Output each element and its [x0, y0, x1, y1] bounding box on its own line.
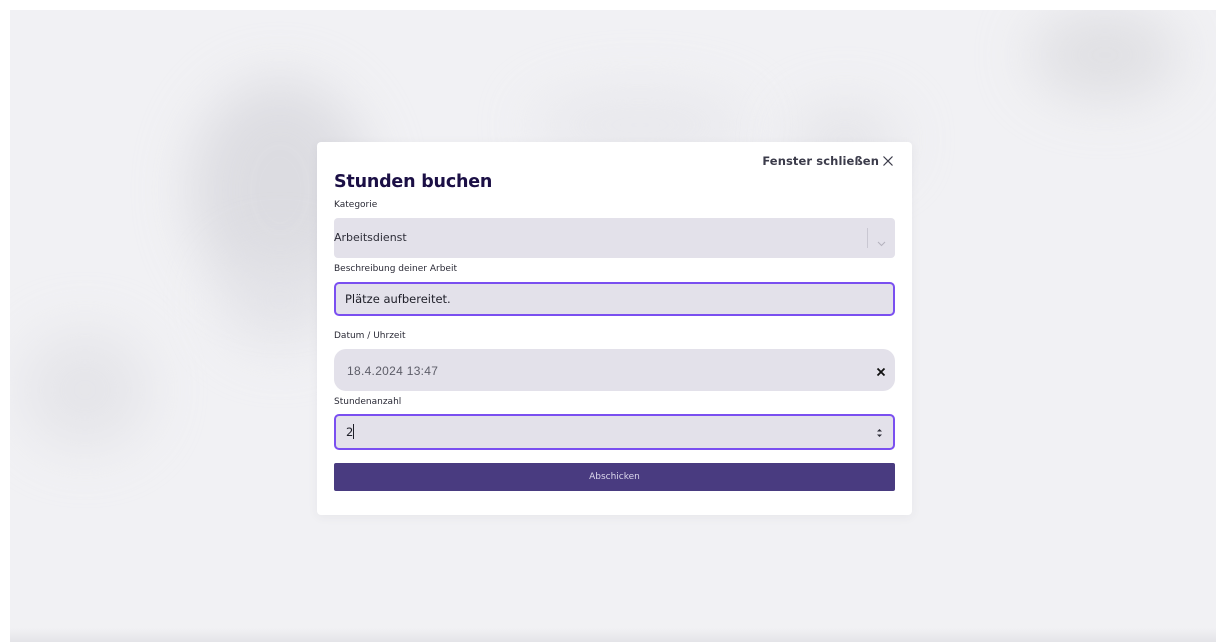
close-icon [882, 155, 894, 167]
category-selected-value: Arbeitsdienst [334, 231, 407, 244]
clear-icon[interactable] [876, 364, 886, 382]
description-label: Beschreibung deiner Arbeit [334, 264, 457, 274]
close-window-label: Fenster schließen [762, 154, 879, 168]
category-select[interactable]: Arbeitsdienst [334, 218, 895, 258]
background-blur-shape [1030, 10, 1180, 100]
hours-label: Stundenanzahl [334, 397, 402, 407]
chevron-down-icon[interactable] [877, 234, 886, 252]
datetime-field[interactable]: 18.4.2024 13:47 [334, 349, 895, 391]
stepper-arrows-icon[interactable] [876, 426, 883, 444]
select-divider [867, 228, 868, 248]
close-window-button[interactable]: Fenster schließen [762, 154, 894, 168]
submit-button[interactable]: Abschicken [334, 463, 895, 491]
modal-title: Stunden buchen [334, 172, 493, 192]
bottom-shade [10, 628, 1216, 642]
book-hours-modal: Fenster schließen Stunden buchen Kategor… [317, 142, 912, 515]
hours-input[interactable]: 2 [334, 414, 895, 450]
category-label: Kategorie [334, 200, 378, 210]
datetime-label: Datum / Uhrzeit [334, 331, 406, 341]
text-caret [353, 424, 354, 439]
description-input[interactable] [334, 282, 895, 316]
datetime-value: 18.4.2024 13:47 [347, 364, 439, 378]
background-blur-shape [20, 330, 150, 450]
